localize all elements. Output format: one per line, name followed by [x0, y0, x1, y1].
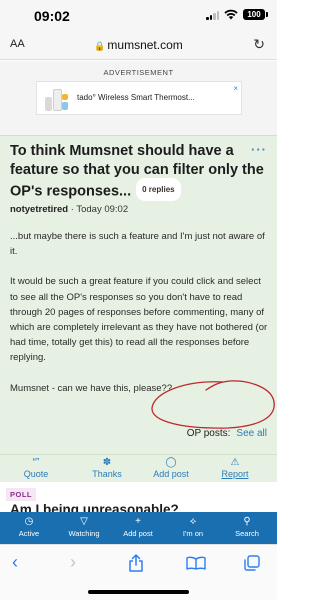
wifi-icon: [224, 9, 238, 20]
report-label: Report: [221, 469, 249, 479]
see-all-link[interactable]: See all: [236, 428, 267, 439]
search-icon: ⚲: [243, 516, 251, 527]
address-bar[interactable]: AA 🔒 mumsnet.com ↻: [0, 30, 277, 60]
poll-badge: POLL: [6, 488, 36, 501]
speech-bubble-icon: ◯: [165, 457, 177, 468]
status-icons: 100: [206, 9, 268, 20]
status-time: 09:02: [34, 8, 70, 24]
op-posts-label: OP posts:: [186, 428, 231, 439]
url-field[interactable]: 🔒 mumsnet.com: [0, 38, 277, 52]
nav-add-post-label: Add post: [123, 529, 153, 538]
post-paragraph: ...but maybe there is such a feature and…: [10, 231, 265, 258]
replies-badge: 0 replies: [136, 178, 181, 201]
nav-search[interactable]: ⚲ Search: [221, 515, 273, 538]
ad-label: ADVERTISEMENT: [103, 68, 174, 77]
status-bar: 09:02 100: [0, 0, 277, 30]
ad-banner[interactable]: tado° Wireless Smart Thermost... ×: [36, 81, 242, 115]
advertisement: ADVERTISEMENT tado° Wireless Smart Therm…: [0, 61, 277, 135]
post-body: ...but maybe there is such a feature and…: [10, 229, 268, 396]
quote-label: Quote: [23, 469, 49, 479]
post-paragraph: Mumsnet - can we have this, please??: [10, 382, 173, 394]
nav-search-label: Search: [235, 529, 259, 538]
clock-icon: ◷: [24, 516, 34, 527]
forward-icon[interactable]: ›: [70, 552, 76, 573]
site-bottom-nav: ◷ Active ▽ Watching + Add post ⟡ I'm on …: [0, 512, 277, 544]
opening-post: To think Mumsnet should have a feature s…: [0, 135, 277, 454]
nav-im-on-label: I'm on: [182, 529, 204, 538]
post-actions: “” Quote ✽ Thanks ◯ Add post ⚠ Report: [0, 454, 277, 482]
ad-close-icon[interactable]: ×: [233, 84, 238, 93]
tabs-icon[interactable]: [244, 555, 260, 571]
share-icon[interactable]: [128, 554, 144, 572]
thanks-icon: ✽: [102, 457, 112, 468]
back-icon[interactable]: ‹: [12, 552, 18, 573]
quote-button[interactable]: “” Quote: [14, 457, 58, 479]
add-post-label: Add post: [153, 469, 189, 479]
report-button[interactable]: ⚠ Report: [214, 457, 256, 479]
plus-icon: +: [135, 516, 141, 527]
url-text: mumsnet.com: [107, 38, 183, 52]
battery-icon: 100: [243, 9, 268, 20]
nav-im-on[interactable]: ⟡ I'm on: [167, 515, 219, 538]
add-post-button[interactable]: ◯ Add post: [148, 457, 194, 479]
nav-active-label: Active: [18, 529, 40, 538]
bookmarks-icon[interactable]: [186, 556, 206, 570]
nav-active[interactable]: ◷ Active: [3, 515, 55, 538]
post-menu-icon[interactable]: ···: [251, 142, 267, 157]
op-posts-filter: OP posts: See all: [187, 428, 267, 439]
post-timestamp: Today 09:02: [76, 204, 129, 215]
pin-icon: ⟡: [189, 516, 197, 527]
post-paragraph: It would be such a great feature if you …: [10, 276, 268, 364]
thanks-label: Thanks: [92, 469, 122, 479]
thanks-button[interactable]: ✽ Thanks: [84, 457, 130, 479]
ad-product-image: [43, 85, 69, 112]
reload-icon[interactable]: ↻: [253, 36, 265, 53]
ad-text: tado° Wireless Smart Thermost...: [77, 93, 195, 102]
quote-icon: “”: [32, 457, 40, 468]
nav-watching[interactable]: ▽ Watching: [58, 515, 110, 538]
cellular-signal-icon: [206, 10, 219, 20]
home-indicator: [88, 590, 189, 594]
author-name[interactable]: notyetretired: [10, 204, 68, 215]
post-meta: notyetretired · Today 09:02: [10, 204, 128, 215]
lock-icon: 🔒: [94, 41, 106, 51]
nav-add-post[interactable]: + Add post: [112, 515, 164, 538]
report-icon: ⚠: [230, 457, 240, 468]
nav-watching-label: Watching: [68, 529, 100, 538]
thread-title: To think Mumsnet should have a feature s…: [10, 142, 268, 203]
filter-icon: ▽: [80, 516, 88, 527]
